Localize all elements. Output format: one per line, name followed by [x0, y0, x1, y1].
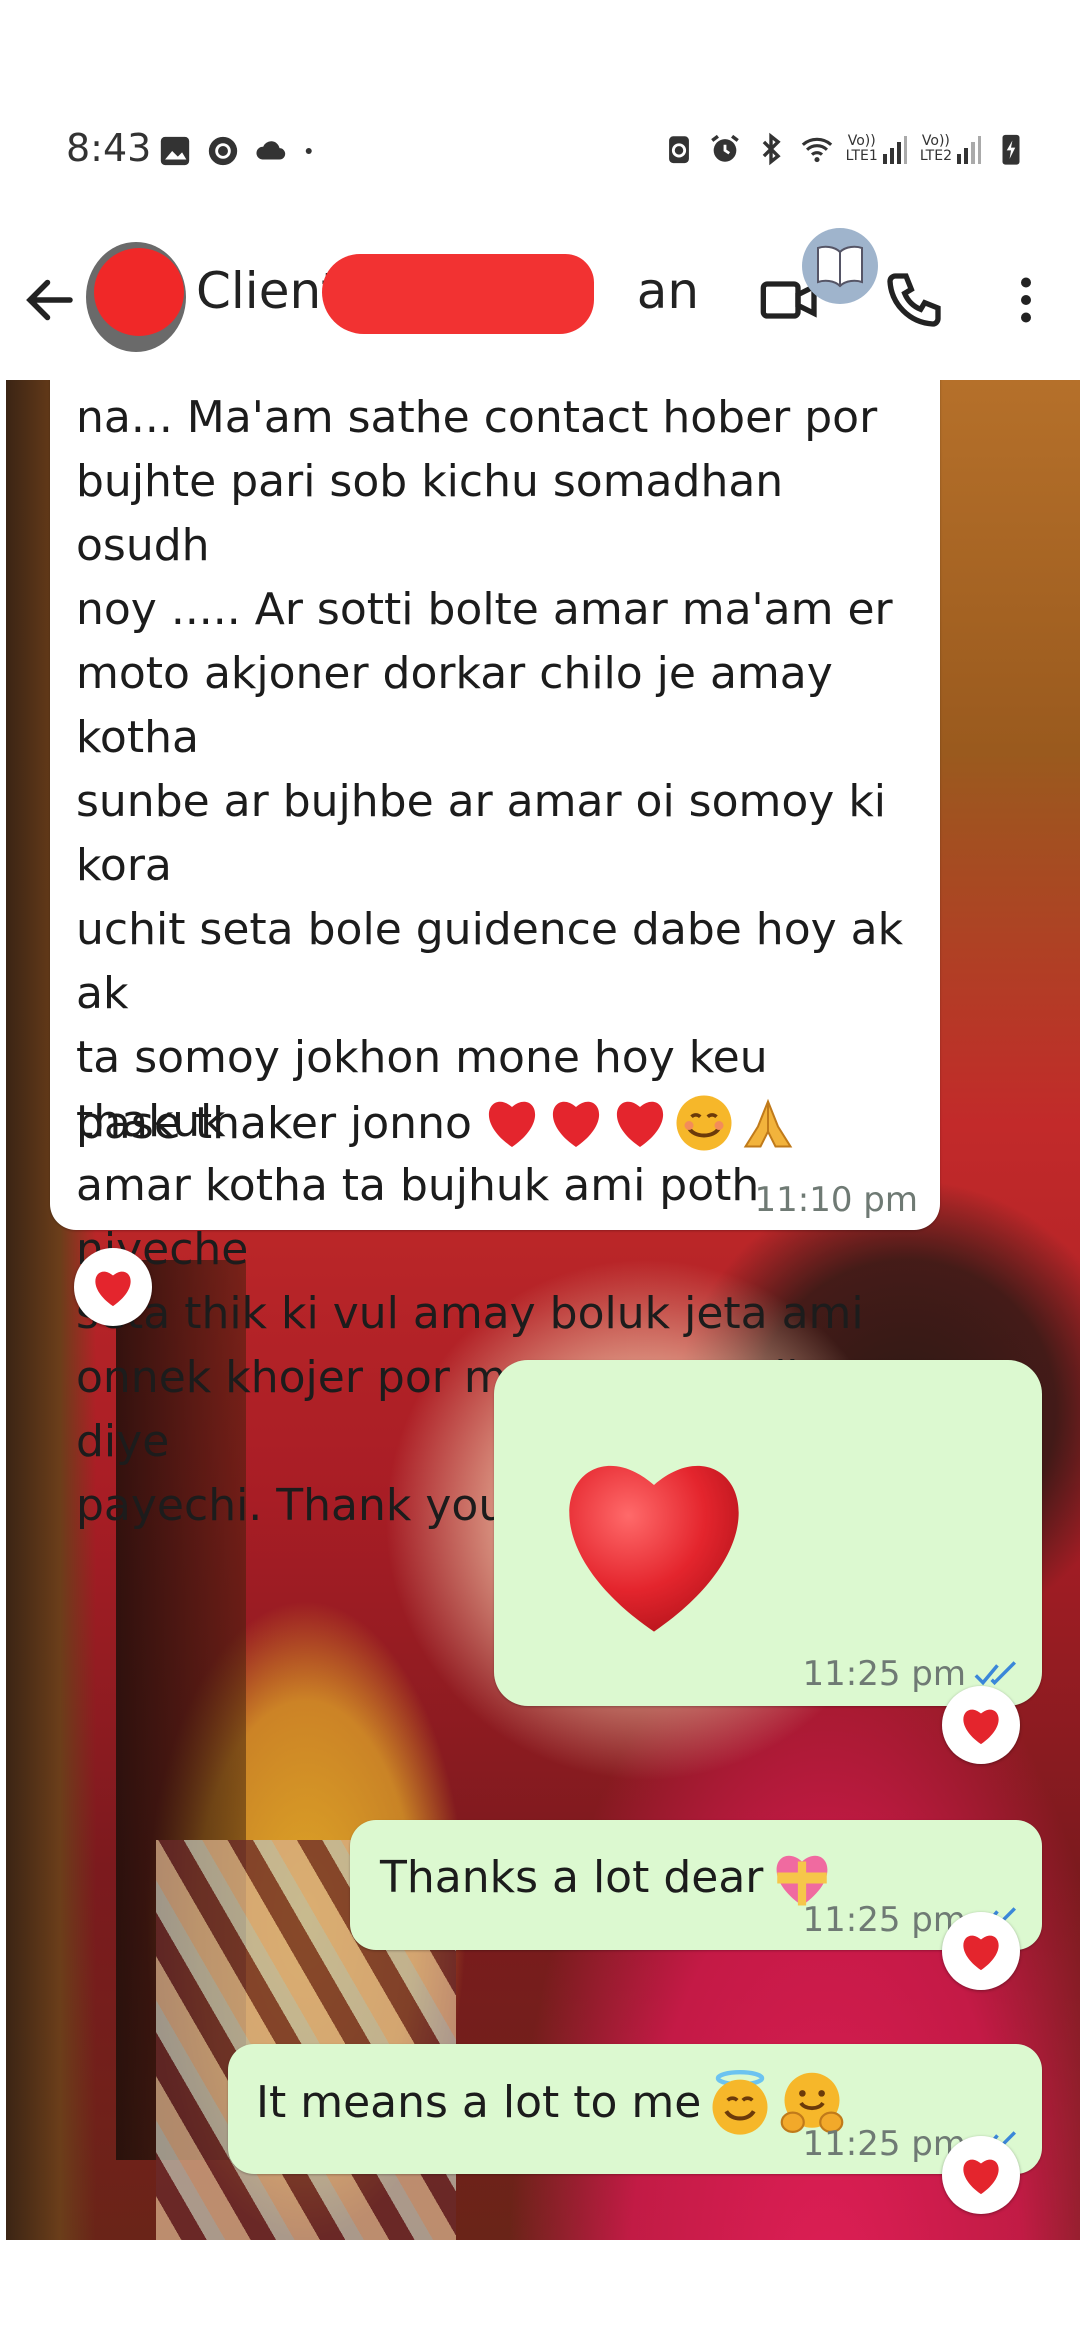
red-heart-icon [616, 1101, 663, 1147]
red-heart-icon [488, 1101, 535, 1147]
message-text: It means a lot to me [256, 2077, 702, 2128]
open-book-icon [817, 245, 863, 288]
reaction-heart[interactable] [74, 1248, 152, 1326]
smiling-face-with-halo-icon [712, 2070, 768, 2135]
red-heart-icon [552, 1101, 599, 1147]
more-options-icon[interactable] [996, 268, 1056, 332]
smiling-face-icon [676, 1095, 732, 1151]
folded-hands-icon [743, 1098, 793, 1148]
avatar-redaction [94, 248, 184, 336]
outgoing-message[interactable]: Thanks a lot dear 11:25 pm [350, 1820, 1042, 1950]
red-heart-icon [95, 1271, 131, 1307]
lte1-signal-icon: Vo)) LTE1 [846, 134, 908, 164]
wifi-icon [801, 137, 832, 163]
back-arrow-icon[interactable] [20, 270, 80, 330]
red-heart-icon [963, 2159, 999, 2195]
red-heart-icon [963, 1935, 999, 1971]
voice-call-icon[interactable] [882, 268, 946, 332]
red-heart-icon [963, 1709, 999, 1745]
name-redaction [322, 254, 594, 334]
avatar[interactable] [86, 242, 186, 352]
contact-name-start: Client [196, 262, 341, 320]
bluetooth-icon [762, 132, 781, 166]
chat-header: Client an [0, 228, 1080, 378]
reaction-heart[interactable] [942, 2136, 1020, 2214]
read-ticks-icon [974, 1661, 1017, 1686]
alarm-icon [710, 134, 739, 162]
reaction-heart[interactable] [942, 1686, 1020, 1764]
sim1-voice-label: Vo)) [847, 133, 876, 149]
record-icon [208, 136, 238, 166]
sim1-lte-label: LTE1 [845, 148, 878, 164]
status-time: 8:43 [66, 126, 152, 170]
reaction-heart[interactable] [942, 1912, 1020, 1990]
book-icon[interactable] [802, 228, 878, 304]
message-text: Thanks a lot dear [380, 1852, 764, 1903]
status-right-icons: Vo)) LTE1 Vo)) LTE2 [662, 132, 1028, 166]
signal-bars-icon [957, 136, 981, 164]
emoji-group [482, 1093, 798, 1155]
battery-charging-icon [1002, 134, 1020, 165]
message-time: 11:10 pm [754, 1180, 919, 1220]
outgoing-message[interactable]: It means a lot to me 11:25 pm [228, 2044, 1042, 2174]
status-bar: 8:43 Vo)) LTE1 Vo)) LTE2 [0, 120, 1080, 190]
signal-bars-icon [882, 136, 907, 164]
chat-area[interactable]: na... Ma'am sathe contact hober por bujh… [6, 380, 1080, 2240]
big-red-heart-icon [569, 1465, 739, 1632]
lte2-signal-icon: Vo)) LTE2 [920, 134, 982, 164]
message-last-line: pase thaker jonno [76, 1098, 472, 1149]
contact-name-end: an [636, 262, 700, 320]
gallery-icon [160, 136, 190, 166]
outgoing-message[interactable]: 11:25 pm [494, 1360, 1042, 1706]
sim2-voice-label: Vo)) [921, 133, 950, 149]
status-left-icons [158, 134, 320, 168]
incoming-message[interactable]: na... Ma'am sathe contact hober por bujh… [50, 380, 940, 1531]
sim2-lte-label: LTE2 [919, 148, 952, 164]
recycle-icon [668, 136, 689, 164]
cloud-icon [256, 141, 286, 160]
dot-icon [305, 148, 312, 154]
